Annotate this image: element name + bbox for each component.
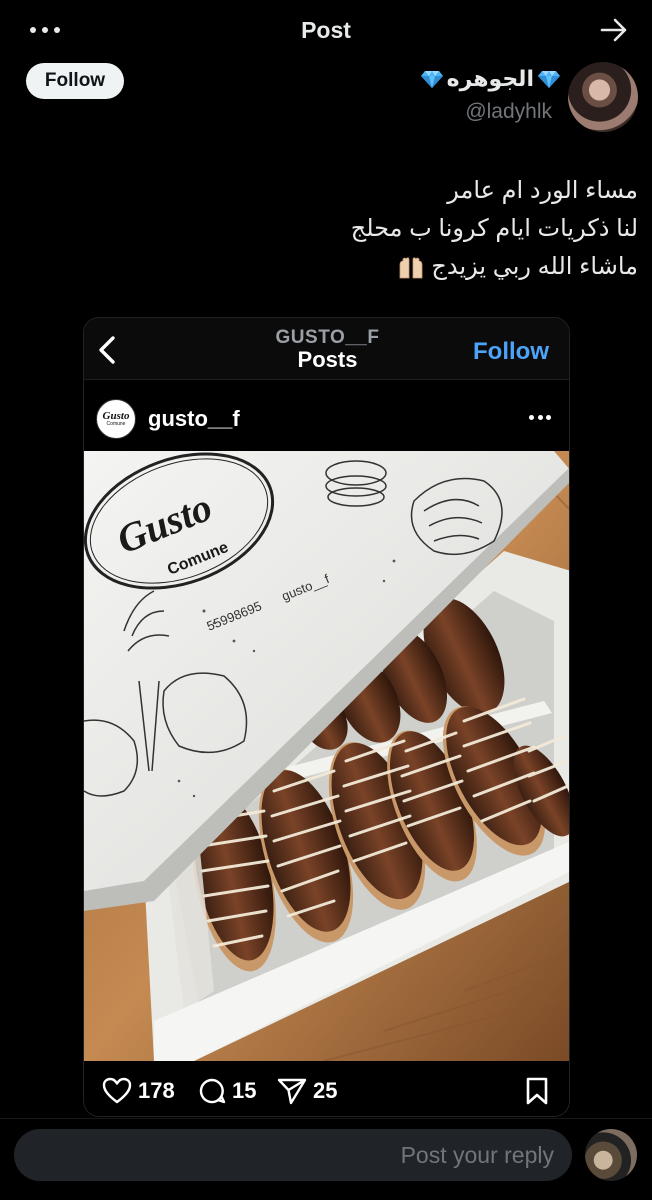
reply-input[interactable] [14,1129,572,1181]
embedded-avatar: Gusto Comune [96,399,136,439]
embedded-follow-label: Follow [473,338,549,365]
like-count: 178 [138,1078,175,1103]
comment-count: 15 [232,1078,257,1103]
like-stat: 178 [102,1077,175,1105]
more-options-icon [529,415,551,421]
more-options-icon[interactable] [30,18,60,42]
current-user-avatar[interactable] [585,1129,637,1181]
embedded-avatar-brand: Gusto [102,410,130,422]
author-name-text: الجوهره [446,66,534,91]
tweet-line: ماشاء الله ربي يزيدج [38,248,638,286]
author-handle[interactable]: @ladyhlk [465,100,552,124]
comment-stat: 15 [198,1077,256,1105]
raised-hands-icon [399,257,423,279]
embedded-post-username: gusto__f [148,406,240,431]
share-stat: 25 [277,1077,337,1105]
embedded-image-card[interactable]: GUSTO__F Posts Follow Gusto Comune gusto… [83,317,570,1117]
comment-icon [199,1078,226,1104]
tweet-text: مساء الورد ام عامر لنا ذكريات ايام كرونا… [38,172,638,286]
tweet-line: مساء الورد ام عامر [447,177,638,204]
tweet-line: لنا ذكريات ايام كرونا ب محلج [350,215,638,242]
share-count: 25 [313,1078,338,1103]
arrow-right-icon[interactable] [598,14,630,46]
author-avatar[interactable] [568,62,638,132]
diamond-icon [420,71,443,88]
follow-button[interactable]: Follow [26,63,124,99]
author-display-name[interactable]: الجوهره [420,66,560,92]
top-bar: Post [0,0,652,60]
eclair-box-photo: Gusto Comune 55998695 gusto__f [84,451,569,1061]
tweet-line-text: ماشاء الله ربي يزيدج [431,253,638,280]
page-title: Post [301,16,351,43]
send-icon [277,1078,307,1105]
embedded-avatar-sub: Comune [106,421,126,427]
heart-icon [102,1077,132,1104]
diamond-icon [538,71,560,88]
bookmark-icon [526,1077,548,1105]
